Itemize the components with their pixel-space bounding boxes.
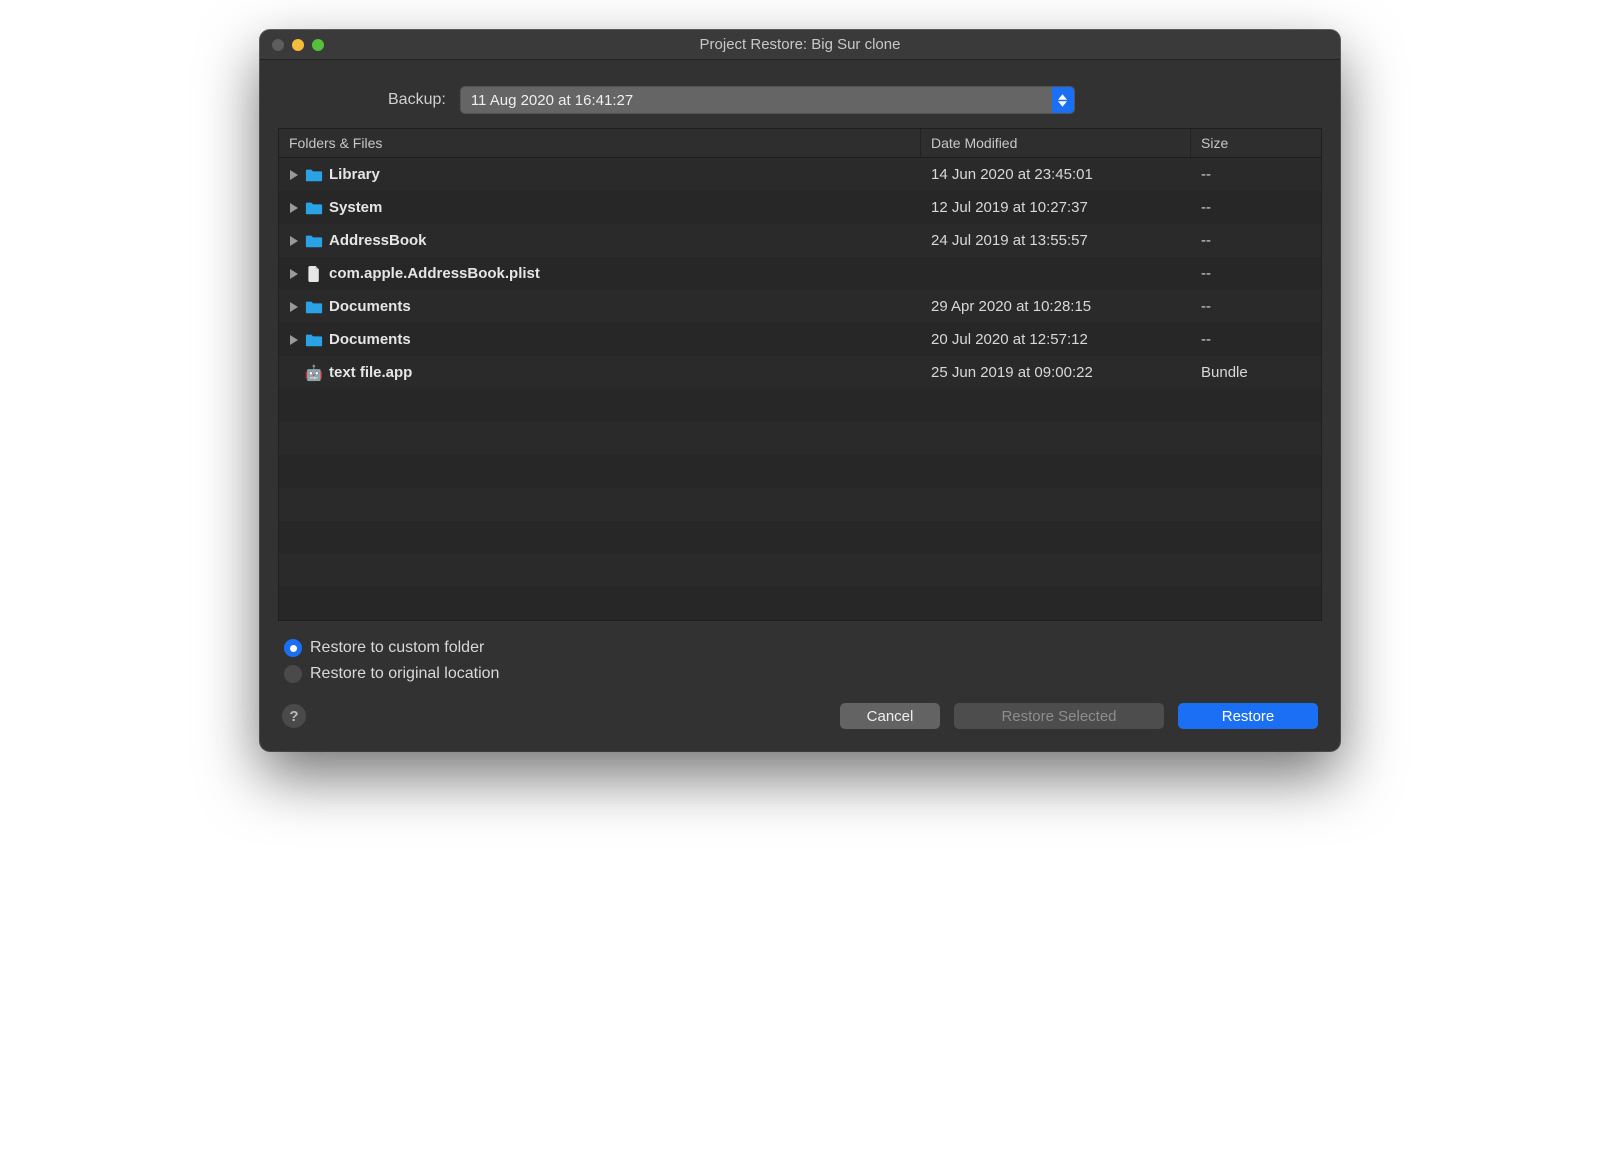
cell-date: 14 Jun 2020 at 23:45:01 xyxy=(921,158,1191,191)
backup-selector-row: Backup: 11 Aug 2020 at 16:41:27 xyxy=(278,78,1322,128)
table-row[interactable]: Library 14 Jun 2020 at 23:45:01-- xyxy=(279,158,1321,191)
restore-window: Project Restore: Big Sur clone Backup: 1… xyxy=(260,30,1340,751)
table-row[interactable]: AddressBook 24 Jul 2019 at 13:55:57-- xyxy=(279,224,1321,257)
footer: ? Cancel Restore Selected Restore xyxy=(278,689,1322,731)
window-title: Project Restore: Big Sur clone xyxy=(260,36,1340,53)
disclosure-triangle-icon[interactable] xyxy=(289,269,299,279)
file-icon xyxy=(305,266,323,282)
cell-date xyxy=(921,257,1191,290)
maximize-window-button[interactable] xyxy=(312,39,324,51)
table-row-empty xyxy=(279,455,1321,488)
restore-options: Restore to custom folder Restore to orig… xyxy=(278,621,1322,689)
backup-label: Backup: xyxy=(388,91,446,109)
cell-size: -- xyxy=(1191,323,1321,356)
table-body: Library14 Jun 2020 at 23:45:01--System12… xyxy=(279,158,1321,620)
cell-date: 29 Apr 2020 at 10:28:15 xyxy=(921,290,1191,323)
cell-size: -- xyxy=(1191,290,1321,323)
radio-label: Restore to original location xyxy=(310,665,499,683)
folder-icon xyxy=(305,299,323,315)
table-row[interactable]: 🤖 text file.app 25 Jun 2019 at 09:00:22Bun… xyxy=(279,356,1321,389)
traffic-lights xyxy=(260,39,324,51)
table-row[interactable]: com.apple.AddressBook.plist -- xyxy=(279,257,1321,290)
radio-restore-original[interactable]: Restore to original location xyxy=(284,665,1318,683)
folder-icon xyxy=(305,200,323,216)
folder-icon xyxy=(305,233,323,249)
backup-dropdown-value: 11 Aug 2020 at 16:41:27 xyxy=(471,92,633,109)
table-row-empty xyxy=(279,488,1321,521)
table-row-empty xyxy=(279,554,1321,587)
file-name: com.apple.AddressBook.plist xyxy=(329,265,540,282)
minimize-window-button[interactable] xyxy=(292,39,304,51)
table-row-empty xyxy=(279,587,1321,620)
file-name: Documents xyxy=(329,298,411,315)
disclosure-triangle-icon[interactable] xyxy=(289,302,299,312)
cell-name: com.apple.AddressBook.plist xyxy=(279,257,921,290)
restore-button[interactable]: Restore xyxy=(1178,703,1318,729)
cell-size: -- xyxy=(1191,224,1321,257)
file-name: text file.app xyxy=(329,364,412,381)
radio-restore-custom[interactable]: Restore to custom folder xyxy=(284,639,1318,657)
help-button[interactable]: ? xyxy=(282,704,306,728)
disclosure-triangle-icon[interactable] xyxy=(289,236,299,246)
column-header-size[interactable]: Size xyxy=(1191,129,1321,157)
radio-label: Restore to custom folder xyxy=(310,639,484,657)
cell-size: -- xyxy=(1191,191,1321,224)
titlebar: Project Restore: Big Sur clone xyxy=(260,30,1340,60)
radio-dot-icon xyxy=(284,665,302,683)
app-icon: 🤖 xyxy=(305,365,323,381)
folder-icon xyxy=(305,332,323,348)
dropdown-stepper-icon xyxy=(1052,87,1074,113)
cell-date: 20 Jul 2020 at 12:57:12 xyxy=(921,323,1191,356)
disclosure-triangle-icon[interactable] xyxy=(289,335,299,345)
cell-name: System xyxy=(279,191,921,224)
file-name: System xyxy=(329,199,382,216)
cell-size: Bundle xyxy=(1191,356,1321,389)
table-header: Folders & Files Date Modified Size xyxy=(279,129,1321,158)
cell-date: 12 Jul 2019 at 10:27:37 xyxy=(921,191,1191,224)
backup-dropdown[interactable]: 11 Aug 2020 at 16:41:27 xyxy=(460,86,1075,114)
radio-dot-icon xyxy=(284,639,302,657)
cell-size: -- xyxy=(1191,158,1321,191)
file-name: Documents xyxy=(329,331,411,348)
disclosure-triangle-icon[interactable] xyxy=(289,170,299,180)
cell-date: 24 Jul 2019 at 13:55:57 xyxy=(921,224,1191,257)
file-table: Folders & Files Date Modified Size Libra… xyxy=(278,128,1322,621)
cell-date: 25 Jun 2019 at 09:00:22 xyxy=(921,356,1191,389)
table-row[interactable]: Documents 20 Jul 2020 at 12:57:12-- xyxy=(279,323,1321,356)
disclosure-triangle-icon[interactable] xyxy=(289,203,299,213)
cell-name: Documents xyxy=(279,290,921,323)
table-row[interactable]: Documents 29 Apr 2020 at 10:28:15-- xyxy=(279,290,1321,323)
cell-name: Library xyxy=(279,158,921,191)
window-content: Backup: 11 Aug 2020 at 16:41:27 Folders … xyxy=(260,60,1340,751)
close-window-button[interactable] xyxy=(272,39,284,51)
table-row-empty xyxy=(279,422,1321,455)
cell-name: 🤖 text file.app xyxy=(279,356,921,389)
restore-selected-button[interactable]: Restore Selected xyxy=(954,703,1164,729)
cell-name: AddressBook xyxy=(279,224,921,257)
column-header-date[interactable]: Date Modified xyxy=(921,129,1191,157)
cell-size: -- xyxy=(1191,257,1321,290)
column-header-name[interactable]: Folders & Files xyxy=(279,129,921,157)
file-name: AddressBook xyxy=(329,232,427,249)
table-row-empty xyxy=(279,521,1321,554)
table-row[interactable]: System 12 Jul 2019 at 10:27:37-- xyxy=(279,191,1321,224)
table-row-empty xyxy=(279,389,1321,422)
cell-name: Documents xyxy=(279,323,921,356)
cancel-button[interactable]: Cancel xyxy=(840,703,940,729)
file-name: Library xyxy=(329,166,380,183)
folder-icon xyxy=(305,167,323,183)
